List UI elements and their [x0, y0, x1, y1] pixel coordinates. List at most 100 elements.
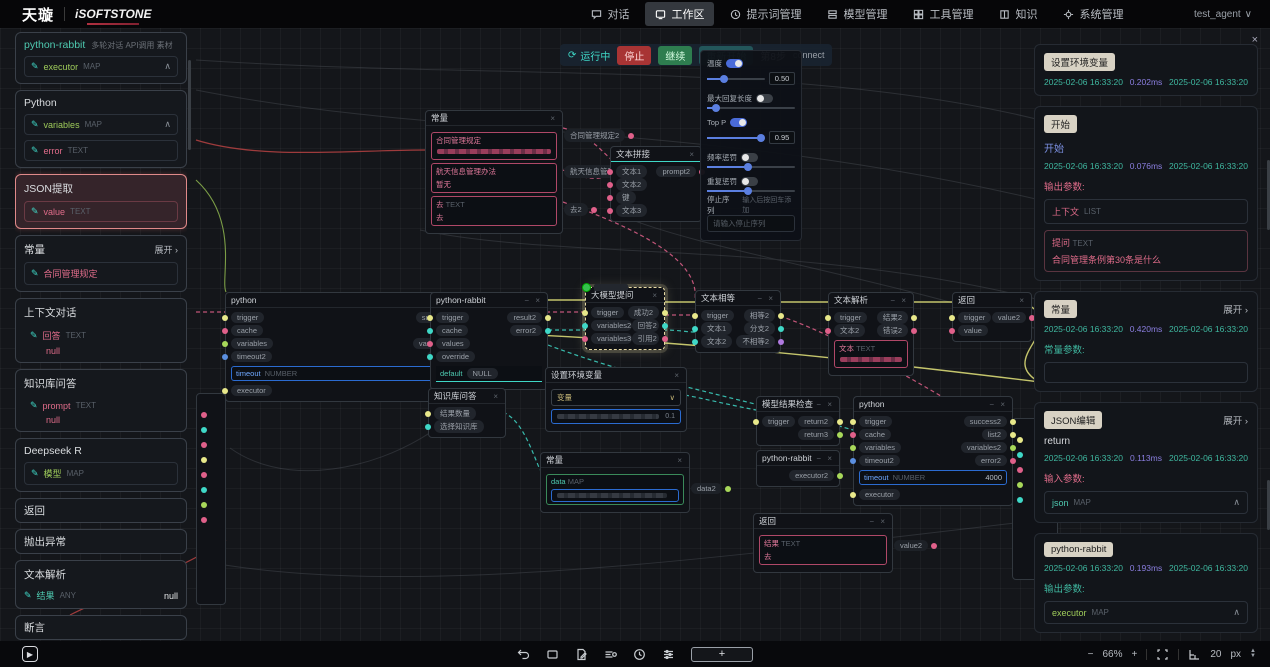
palette-field[interactable]: ✎ valueTEXT [24, 201, 178, 222]
input-port[interactable]: variables [230, 338, 273, 349]
log-card-json-edit[interactable]: JSON编辑 展开 › return 2025-02-06 16:33:20 0… [1034, 402, 1258, 523]
output-port[interactable]: 合同管理规定2 [564, 129, 634, 142]
input-port[interactable]: 文本1 [615, 165, 647, 178]
input-port[interactable]: variables2 [590, 320, 632, 331]
input-port[interactable]: values [435, 338, 470, 349]
app-icon[interactable]: ▶ [22, 646, 38, 662]
node-palette-sidebar[interactable]: python-rabbit 多轮对话 API调用 素材 ✎ executorMA… [15, 32, 187, 641]
output-port[interactable]: value2 [894, 540, 937, 551]
node-text-parse[interactable]: 文本解析− × trigger 结果2 文本2 错误2 文本 TEXT [828, 292, 914, 376]
output-port[interactable]: 去2 [564, 203, 597, 216]
param-value[interactable]: 0.50 [769, 72, 795, 85]
node-collapsed-left[interactable] [196, 393, 226, 605]
input-port[interactable]: timeout2 [858, 455, 900, 466]
input-port[interactable]: 文本3 [615, 204, 647, 217]
log-card-set-env[interactable]: 设置环境变量 2025-02-06 16:33:20 0.202ms 2025-… [1034, 44, 1258, 96]
input-port[interactable]: trigger [230, 312, 264, 323]
zoom-out-button[interactable]: − [1088, 649, 1094, 660]
input-port[interactable]: 选择知识库 [433, 420, 484, 433]
node-field[interactable]: 合同管理规定 [431, 132, 557, 160]
palette-field[interactable]: ✎ promptTEXT [24, 396, 178, 411]
output-port[interactable]: 引用2 [632, 332, 660, 345]
file-edit-icon[interactable] [575, 648, 588, 661]
menu-item-system[interactable]: 系统管理 [1053, 2, 1133, 26]
history-icon[interactable] [633, 648, 646, 661]
output-port[interactable]: 回答2 [632, 319, 660, 332]
palette-item-text-parse[interactable]: 文本解析 ✎ 结果ANY null [15, 560, 187, 609]
palette-field[interactable]: ✎ variablesMAP ∧ [24, 114, 178, 135]
input-port[interactable]: value [957, 325, 988, 336]
output-port[interactable]: error2 [975, 455, 1008, 466]
node-field[interactable]: 文本 TEXT [834, 340, 908, 368]
palette-item-throw[interactable]: 抛出异常 [15, 529, 187, 554]
output-port[interactable]: success2 [964, 416, 1008, 427]
palette-item-return[interactable]: 返回 [15, 498, 187, 523]
param-toggle[interactable] [756, 94, 773, 103]
input-port[interactable]: executor [230, 385, 272, 396]
palette-field[interactable]: ✎ 回答TEXT [24, 325, 178, 342]
input-port[interactable]: trigger [957, 312, 991, 323]
param-slider[interactable] [707, 78, 765, 80]
log-card-constant[interactable]: 常量 展开 › 2025-02-06 16:33:20 0.420ms 2025… [1034, 291, 1258, 392]
node-constant-top[interactable]: 常量× 合同管理规定 航天信息管理办法 暂无 去 TEXT 去 合同管理规定2 … [425, 110, 563, 234]
param-field[interactable]: jsonMAP ∧ [1044, 491, 1248, 514]
palette-item-json-extract[interactable]: JSON提取 ✎ valueTEXT [15, 174, 187, 229]
expand-link[interactable]: 展开 › [1223, 302, 1248, 316]
node-python-2[interactable]: python− × trigger success2 cache list2 v… [853, 396, 1013, 506]
output-port[interactable]: result2 [507, 312, 543, 323]
data-input[interactable] [551, 489, 679, 502]
param-field[interactable]: 提问 TEXT 合同管理条例第30条是什么 [1044, 230, 1248, 272]
param-field[interactable] [1044, 362, 1248, 383]
param-slider[interactable] [707, 166, 795, 168]
node-llm-ask-selected[interactable]: 大模型提问× trigger 成功2 variables2 回答2 variab… [585, 287, 665, 350]
palette-field[interactable]: ✎ 模型MAP [24, 462, 178, 485]
input-port[interactable]: cache [230, 325, 263, 336]
grid-icon[interactable] [1188, 648, 1201, 661]
variable-select[interactable]: 变量∨ [551, 389, 681, 406]
log-card-start[interactable]: 开始 开始 2025-02-06 16:33:20 0.076ms 2025-0… [1034, 106, 1258, 281]
input-port[interactable]: 文本2 [700, 335, 732, 348]
node-return[interactable]: 返回× trigger value2 value [952, 292, 1032, 342]
expand-link[interactable]: 展开 › [155, 243, 179, 256]
output-port[interactable]: data2 [691, 483, 731, 494]
menu-item-tools[interactable]: 工具管理 [903, 2, 983, 26]
grid-size-stepper[interactable]: ▲▼ [1250, 649, 1256, 659]
node-text-concat[interactable]: 文本拼接× 文本1 prompt2 文本2 键 文本3 [610, 146, 702, 222]
input-port[interactable]: 文本1 [700, 322, 732, 335]
list-settings-icon[interactable] [662, 648, 675, 661]
node-constant-2[interactable]: 常量× data MAP data2 [540, 452, 690, 513]
input-port[interactable]: executor [858, 489, 900, 500]
param-toggle[interactable] [726, 59, 743, 68]
input-port[interactable]: variables3 [590, 333, 632, 344]
sidebar-scrollbar[interactable] [188, 60, 191, 150]
palette-item-deepseek[interactable]: Deepseek R ✎ 模型MAP [15, 438, 187, 492]
stop-button[interactable]: 停止 [617, 46, 651, 65]
node-text-equal[interactable]: 文本相等− × trigger 相等2 文本1 分支2 文本2 不相等2 [695, 290, 781, 353]
palette-field[interactable]: ✎ errorTEXT [24, 140, 178, 161]
menu-item-workspace[interactable]: 工作区 [645, 2, 714, 26]
input-port[interactable]: trigger [833, 312, 867, 323]
close-icon[interactable]: × [1252, 34, 1258, 46]
output-port[interactable]: return3 [798, 429, 835, 440]
param-slider[interactable] [707, 107, 795, 109]
fit-view-icon[interactable] [1156, 648, 1169, 661]
input-port[interactable]: 键 [615, 191, 636, 204]
node-field[interactable]: 航天信息管理办法 暂无 [431, 163, 557, 193]
frame-icon[interactable] [546, 648, 559, 661]
variable-value-input[interactable]: 0.1 [551, 409, 681, 424]
param-slider[interactable] [707, 190, 795, 192]
output-port[interactable]: 成功2 [628, 306, 660, 319]
node-set-env-var[interactable]: 设置环境变量× 变量∨ 0.1 [545, 367, 687, 432]
palette-item-context-chat[interactable]: 上下文对话 ✎ 回答TEXT null [15, 298, 187, 363]
node-model-check[interactable]: 模型结果检查− × trigger return2 return3 [756, 396, 840, 446]
input-port[interactable]: trigger [435, 312, 469, 323]
output-port[interactable]: 结果2 [877, 311, 909, 324]
output-port[interactable]: return2 [798, 416, 835, 427]
input-port[interactable]: variables [858, 442, 901, 453]
menu-item-chat[interactable]: 对话 [581, 2, 639, 26]
menu-item-prompts[interactable]: 提示词管理 [720, 2, 811, 26]
menu-item-knowledge[interactable]: 知识 [989, 2, 1047, 26]
input-port[interactable]: 文本2 [615, 178, 647, 191]
node-python[interactable]: python− × trigger success2 cache list2 v… [225, 292, 465, 402]
param-toggle[interactable] [730, 118, 747, 127]
